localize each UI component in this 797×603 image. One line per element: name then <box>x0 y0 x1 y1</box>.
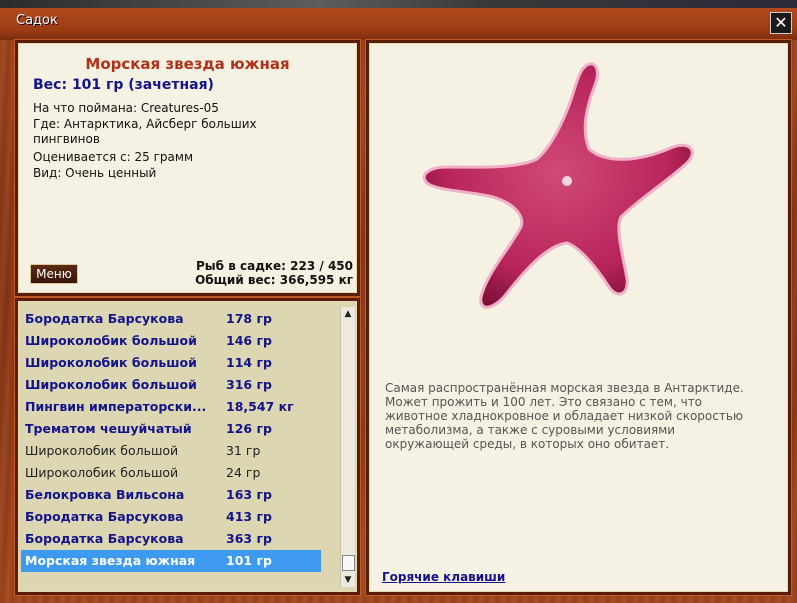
fish-item-weight: 31 гр <box>226 443 261 458</box>
fish-item-name: Морская звезда южная <box>25 553 196 568</box>
fish-item-name: Бородатка Барсукова <box>25 509 184 524</box>
total-weight: Общий вес: 366,595 кг <box>195 273 353 287</box>
fish-item-name: Широколобик большой <box>25 355 197 370</box>
window-frame: Садок ✕ Морская звезда южная Вес: 101 гр… <box>0 0 797 603</box>
fish-item-name: Бородатка Барсукова <box>25 311 184 326</box>
list-item[interactable]: Трематом чешуйчатый 126 гр <box>21 418 321 440</box>
fish-name: Морская звезда южная <box>85 55 290 73</box>
list-item[interactable]: Широколобик большой 114 гр <box>21 352 321 374</box>
list-item[interactable]: Бородатка Барсукова 413 гр <box>21 506 321 528</box>
fish-item-name: Трематом чешуйчатый <box>25 421 192 436</box>
list-item[interactable]: Бородатка Барсукова 178 гр <box>21 308 321 330</box>
fish-item-name: Белокровка Вильсона <box>25 487 185 502</box>
starfish-body <box>422 62 694 309</box>
fish-item-weight: 24 гр <box>226 465 261 480</box>
close-button[interactable]: ✕ <box>770 12 792 34</box>
list-item[interactable]: Широколобик большой 146 гр <box>21 330 321 352</box>
list-item[interactable]: Широколобик большой 31 гр <box>21 440 321 462</box>
fish-list: Бородатка Барсукова 178 гр Широколобик бол… <box>21 308 321 572</box>
menu-button[interactable]: Меню <box>30 264 78 284</box>
fish-info-panel: Морская звезда южная Вес: 101 гр (зачетн… <box>15 40 360 296</box>
caught-on: На что поймана: Creatures-05 <box>33 101 219 115</box>
fish-item-name: Широколобик большой <box>25 377 197 392</box>
fish-item-weight: 178 гр <box>226 311 272 326</box>
fish-item-weight: 126 гр <box>226 421 272 436</box>
fish-kind: Вид: Очень ценный <box>33 166 157 180</box>
list-item[interactable]: Широколобик большой 24 гр <box>21 462 321 484</box>
fish-item-name: Широколобик большой <box>25 333 197 348</box>
starfish-madreporite <box>562 176 572 186</box>
close-icon: ✕ <box>774 13 788 32</box>
fish-weight: Вес: 101 гр (зачетная) <box>33 77 214 93</box>
list-item[interactable]: Широколобик большой 316 гр <box>21 374 321 396</box>
fish-detail-panel: Самая распространённая морская звезда в … <box>366 40 791 595</box>
list-item[interactable]: Бородатка Барсукова 363 гр <box>21 528 321 550</box>
fish-list-panel: Бородатка Барсукова 178 гр Широколобик бол… <box>15 298 360 595</box>
scroll-down-icon[interactable]: ▼ <box>341 573 355 587</box>
window-title: Садок <box>16 13 58 28</box>
fish-item-weight: 316 гр <box>226 377 272 392</box>
evaluated-from: Оценивается с: 25 грамм <box>33 150 193 164</box>
fish-item-weight: 413 гр <box>226 509 272 524</box>
fish-item-name: Широколобик большой <box>25 443 179 458</box>
fish-item-weight: 363 гр <box>226 531 272 546</box>
fish-description: Самая распространённая морская звезда в … <box>385 381 744 451</box>
top-strip <box>0 0 797 8</box>
scroll-thumb[interactable] <box>342 555 355 571</box>
scroll-up-icon[interactable]: ▲ <box>341 307 355 321</box>
fish-count: Рыб в садке: 223 / 450 <box>196 259 353 273</box>
location: Где: Антарктика, Айсберг больших пингвин… <box>33 117 257 146</box>
starfish-image <box>422 62 694 309</box>
hotkeys-link[interactable]: Горячие клавиши <box>382 570 505 584</box>
fish-item-name: Широколобик большой <box>25 465 179 480</box>
fish-item-weight: 18,547 кг <box>226 399 294 414</box>
scrollbar[interactable]: ▲ ▼ <box>340 307 355 587</box>
list-item[interactable]: Морская звезда южная 101 гр <box>21 550 321 572</box>
fish-item-weight: 163 гр <box>226 487 272 502</box>
fish-item-name: Бородатка Барсукова <box>25 531 184 546</box>
fish-item-weight: 146 гр <box>226 333 272 348</box>
fish-item-name: Пингвин императорски... <box>25 399 207 414</box>
list-item[interactable]: Белокровка Вильсона 163 гр <box>21 484 321 506</box>
fish-item-weight: 114 гр <box>226 355 272 370</box>
fish-item-weight: 101 гр <box>226 553 272 568</box>
list-item[interactable]: Пингвин императорски... 18,547 кг <box>21 396 321 418</box>
